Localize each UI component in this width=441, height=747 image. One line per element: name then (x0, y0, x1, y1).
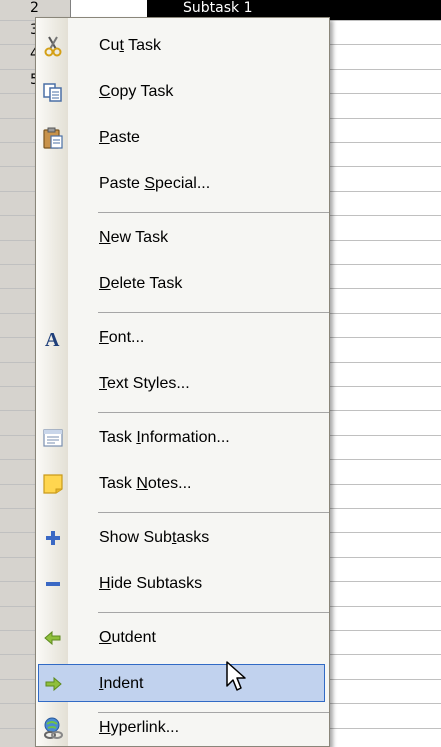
menu-item-cut-task[interactable]: Cut Task (37, 24, 329, 68)
menu-item-label: Cut Task (99, 37, 161, 54)
task-information-icon (41, 426, 65, 450)
row-number[interactable]: 2 (30, 0, 42, 16)
menu-item-label: Copy Task (99, 83, 174, 100)
menu-item-label: Delete Task (99, 275, 183, 292)
menu-item-hide-subtasks[interactable]: Hide Subtasks (37, 562, 329, 606)
task-context-menu: Cut Task Copy Task Paste Paste Special..… (35, 17, 330, 747)
menu-item-task-notes[interactable]: Task Notes... (37, 462, 329, 506)
menu-item-text-styles[interactable]: Text Styles... (37, 362, 329, 406)
menu-item-new-task[interactable]: New Task (37, 216, 329, 260)
menu-item-font[interactable]: A Font... (37, 316, 329, 360)
menu-item-label: Indent (99, 675, 144, 692)
copy-icon (41, 80, 65, 104)
menu-item-copy-task[interactable]: Copy Task (37, 70, 329, 114)
menu-separator (98, 412, 329, 413)
menu-item-label: Task Notes... (99, 475, 192, 492)
menu-item-label: Text Styles... (99, 375, 190, 392)
menu-item-hyperlink[interactable]: Hyperlink... (37, 710, 329, 746)
svg-text:A: A (45, 329, 60, 350)
menu-item-outdent[interactable]: Outdent (37, 616, 329, 660)
minus-icon (41, 572, 65, 596)
plus-icon (41, 526, 65, 550)
menu-item-label: Paste Special... (99, 175, 211, 192)
outdent-arrow-icon (41, 626, 65, 650)
menu-item-task-information[interactable]: Task Information... (37, 416, 329, 460)
menu-item-delete-task[interactable]: Delete Task (37, 262, 329, 306)
task-notes-icon (41, 472, 65, 496)
menu-item-label: Font... (99, 329, 145, 346)
scissors-icon (41, 34, 65, 58)
menu-item-paste-special[interactable]: Paste Special... (37, 162, 329, 206)
menu-item-label: Hide Subtasks (99, 575, 203, 592)
menu-item-label: Outdent (99, 629, 156, 646)
menu-item-indent[interactable]: Indent (37, 662, 329, 706)
font-icon: A (41, 326, 65, 351)
menu-item-label: New Task (99, 229, 169, 246)
menu-item-label: Show Subtasks (99, 529, 210, 546)
menu-item-highlight (38, 664, 325, 702)
menu-separator (98, 312, 329, 313)
menu-separator (98, 212, 329, 213)
menu-separator (98, 612, 329, 613)
paste-icon (41, 126, 65, 150)
menu-item-show-subtasks[interactable]: Show Subtasks (37, 516, 329, 560)
indent-arrow-icon (41, 672, 65, 696)
selected-task-name: Subtask 1 (183, 0, 253, 16)
menu-item-label: Hyperlink... (99, 719, 180, 736)
mouse-pointer-icon (225, 660, 247, 694)
menu-item-label: Task Information... (99, 429, 230, 446)
menu-separator (98, 512, 329, 513)
menu-item-paste[interactable]: Paste (37, 116, 329, 160)
menu-item-label: Paste (99, 129, 140, 146)
hyperlink-icon (41, 716, 65, 740)
